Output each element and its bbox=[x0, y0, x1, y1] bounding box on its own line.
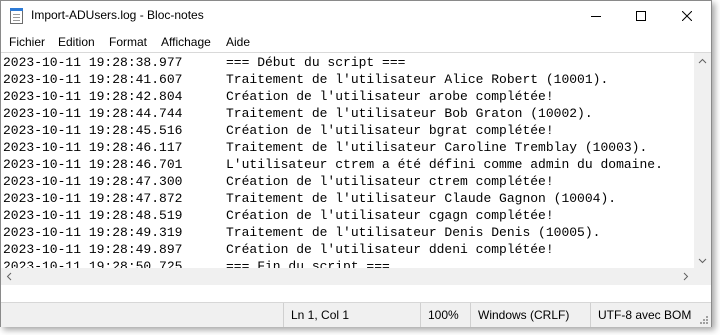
log-message: Création de l'utilisateur ctrem complété… bbox=[226, 174, 554, 189]
status-line-ending: Windows (CRLF) bbox=[470, 303, 590, 327]
scroll-down-icon[interactable] bbox=[698, 256, 707, 265]
menu-edition[interactable]: Edition bbox=[58, 35, 95, 49]
text-editor[interactable]: 2023-10-11 19:28:38.977 === Début du scri… bbox=[1, 52, 711, 285]
vertical-scrollbar[interactable] bbox=[694, 53, 711, 269]
status-bar: Ln 1, Col 1 100% Windows (CRLF) UTF-8 av… bbox=[1, 302, 711, 327]
scrollbar-corner bbox=[694, 268, 711, 285]
log-message: Création de l'utilisateur cgagn complété… bbox=[226, 208, 554, 223]
status-position: Ln 1, Col 1 bbox=[283, 303, 420, 327]
log-timestamp: 2023-10-11 19:28:42.804 bbox=[3, 89, 183, 104]
log-timestamp: 2023-10-11 19:28:49.897 bbox=[3, 242, 183, 257]
log-timestamp: 2023-10-11 19:28:46.117 bbox=[3, 140, 183, 155]
scroll-up-icon[interactable] bbox=[698, 57, 707, 66]
window-title: Import-ADUsers.log - Bloc-notes bbox=[31, 8, 204, 22]
status-zoom: 100% bbox=[420, 303, 470, 327]
log-message: Traitement de l'utilisateur Caroline Tre… bbox=[226, 140, 648, 155]
log-message: L'utilisateur ctrem a été défini comme a… bbox=[226, 157, 663, 172]
maximize-button[interactable] bbox=[618, 1, 664, 31]
log-message: Traitement de l'utilisateur Claude Gagno… bbox=[226, 191, 617, 206]
log-line: 2023-10-11 19:28:44.744 Traitement de l'u… bbox=[3, 105, 693, 122]
notepad-icon bbox=[10, 8, 23, 24]
log-message: Traitement de l'utilisateur Alice Robert… bbox=[226, 72, 609, 87]
scroll-right-icon[interactable] bbox=[681, 272, 690, 281]
log-timestamp: 2023-10-11 19:28:45.516 bbox=[3, 123, 183, 138]
log-timestamp: 2023-10-11 19:28:49.319 bbox=[3, 225, 183, 240]
log-line: 2023-10-11 19:28:49.319 Traitement de l'u… bbox=[3, 224, 693, 241]
notepad-window: Import-ADUsers.log - Bloc-notes Fichier … bbox=[0, 0, 712, 327]
menu-format[interactable]: Format bbox=[109, 35, 147, 49]
log-timestamp: 2023-10-11 19:28:48.519 bbox=[3, 208, 183, 223]
log-message: Traitement de l'utilisateur Bob Graton (… bbox=[226, 106, 593, 121]
log-line: 2023-10-11 19:28:47.872 Traitement de l'u… bbox=[3, 190, 693, 207]
close-icon bbox=[682, 11, 692, 21]
menu-fichier[interactable]: Fichier bbox=[9, 35, 45, 49]
log-line: 2023-10-11 19:28:49.897 Création de l'uti… bbox=[3, 241, 693, 258]
scroll-left-icon[interactable] bbox=[5, 272, 14, 281]
log-message: Création de l'utilisateur ddeni complété… bbox=[226, 242, 554, 257]
log-line: 2023-10-11 19:28:46.701 L'utilisateur ctr… bbox=[3, 156, 693, 173]
log-timestamp: 2023-10-11 19:28:41.607 bbox=[3, 72, 183, 87]
log-line: 2023-10-11 19:28:42.804 Création de l'uti… bbox=[3, 88, 693, 105]
log-line: 2023-10-11 19:28:41.607 Traitement de l'u… bbox=[3, 71, 693, 88]
log-timestamp: 2023-10-11 19:28:46.701 bbox=[3, 157, 183, 172]
menu-bar: Fichier Edition Format Affichage Aide bbox=[1, 32, 711, 52]
log-line: 2023-10-11 19:28:48.519 Création de l'uti… bbox=[3, 207, 693, 224]
log-line: 2023-10-11 19:28:46.117 Traitement de l'u… bbox=[3, 139, 693, 156]
log-line: 2023-10-11 19:28:38.977 === Début du scri… bbox=[3, 54, 693, 71]
log-message: === Début du script === bbox=[226, 55, 406, 70]
menu-aide[interactable]: Aide bbox=[226, 35, 250, 49]
log-message: Création de l'utilisateur bgrat complété… bbox=[226, 123, 554, 138]
log-message: Traitement de l'utilisateur Denis Denis … bbox=[226, 225, 601, 240]
log-line: 2023-10-11 19:28:47.300 Création de l'uti… bbox=[3, 173, 693, 190]
resize-grip-icon[interactable] bbox=[699, 315, 709, 325]
title-bar[interactable]: Import-ADUsers.log - Bloc-notes bbox=[1, 1, 711, 31]
log-message: Création de l'utilisateur arobe complété… bbox=[226, 89, 554, 104]
log-timestamp: 2023-10-11 19:28:38.977 bbox=[3, 55, 183, 70]
minimize-icon bbox=[591, 16, 601, 17]
horizontal-scrollbar[interactable] bbox=[1, 268, 694, 285]
menu-affichage[interactable]: Affichage bbox=[161, 35, 211, 49]
status-encoding: UTF-8 avec BOM bbox=[590, 303, 700, 327]
log-timestamp: 2023-10-11 19:28:47.300 bbox=[3, 174, 183, 189]
log-timestamp: 2023-10-11 19:28:47.872 bbox=[3, 191, 183, 206]
log-line: 2023-10-11 19:28:45.516 Création de l'uti… bbox=[3, 122, 693, 139]
close-button[interactable] bbox=[664, 1, 710, 31]
maximize-icon bbox=[636, 11, 646, 21]
log-timestamp: 2023-10-11 19:28:44.744 bbox=[3, 106, 183, 121]
minimize-button[interactable] bbox=[573, 1, 619, 31]
text-content[interactable]: 2023-10-11 19:28:38.977 === Début du scri… bbox=[3, 54, 693, 269]
